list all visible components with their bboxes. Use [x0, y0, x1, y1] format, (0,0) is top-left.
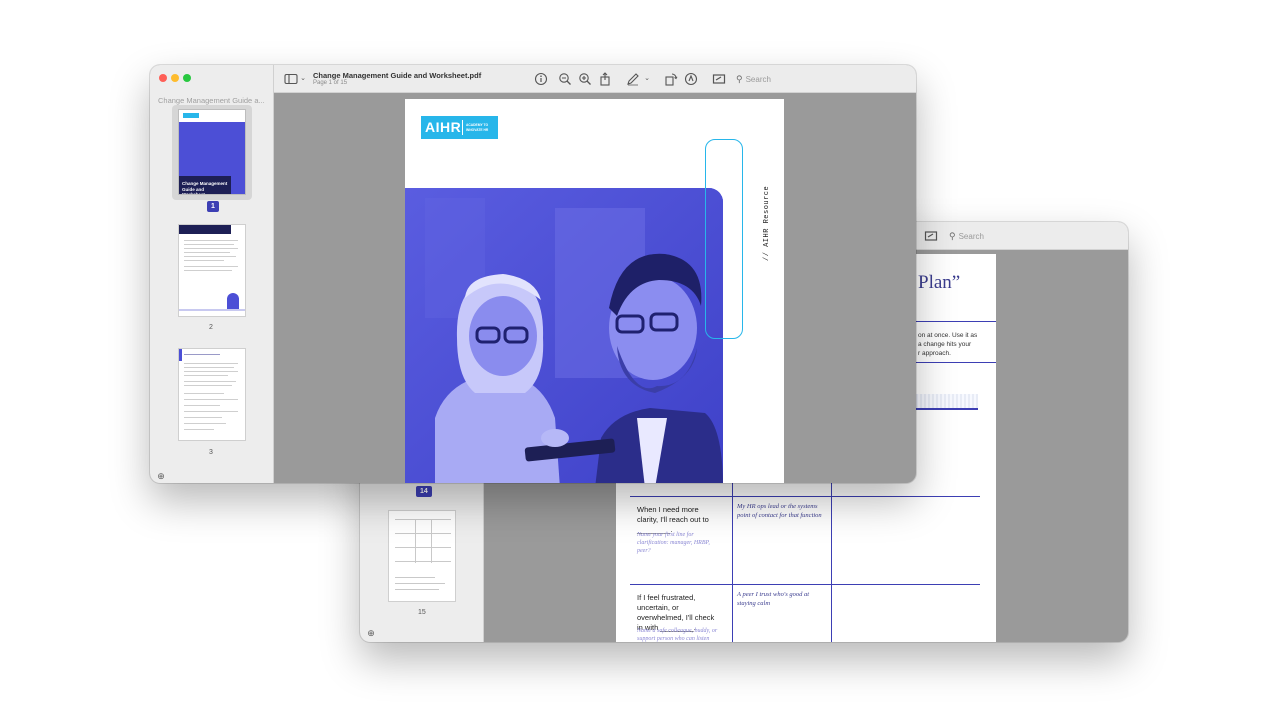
thumbnail-page-number: 2	[209, 324, 213, 331]
markup-icon[interactable]	[924, 229, 938, 243]
search-field[interactable]: ⚲ Search	[736, 71, 771, 87]
search-placeholder: Search	[745, 75, 771, 84]
markup-icon[interactable]	[712, 72, 726, 86]
aihr-logo: AIHR ACADEMY TO INNOVATE HR	[421, 116, 498, 139]
search-icon: ⚲	[736, 74, 743, 84]
cover-photo	[405, 188, 723, 483]
document-title: Change Management Guide and Worksheet.pd…	[313, 71, 482, 80]
thumbnail-page-1[interactable]: Change Management Guide and Worksheet	[178, 109, 246, 195]
thumbnail-page-number: 3	[209, 449, 213, 456]
thumbnail-page-number-selected[interactable]: 1	[207, 201, 219, 212]
decorative-frame	[705, 139, 743, 339]
thumbnail-page-3[interactable]	[178, 348, 246, 441]
chevron-down-icon[interactable]: ⌄	[296, 72, 310, 86]
zoom-button[interactable]	[183, 74, 191, 82]
table-rule	[630, 496, 980, 497]
thumbnail-page-2[interactable]	[178, 224, 246, 317]
chevron-down-icon[interactable]: ⌄	[640, 72, 654, 86]
table-cell-answer[interactable]: A peer I trust who's good at staying cal…	[737, 591, 827, 608]
close-button[interactable]	[159, 74, 167, 82]
preview-window-front[interactable]: Change Management Guide a... Change Mana…	[150, 65, 916, 483]
add-icon[interactable]: ⊕	[364, 626, 378, 640]
desktop: ⚲Search 14 15 ⊕ Plan” on at once. Use i	[0, 0, 1280, 720]
zoom-in-icon[interactable]	[578, 72, 592, 86]
divider	[916, 321, 996, 322]
resource-label: // AIHR Resource	[763, 185, 771, 261]
rotate-icon[interactable]	[664, 72, 678, 86]
divider	[916, 362, 996, 363]
search-icon: ⚲	[949, 231, 956, 241]
minimize-button[interactable]	[171, 74, 179, 82]
search-placeholder: Search	[958, 232, 984, 241]
thumbnail-cover-title: Change Management Guide and Worksheet	[182, 181, 228, 195]
table-cell-hint: Name a safe colleague, buddy, or support…	[637, 628, 718, 642]
page-indicator: Page 1 of 15	[313, 80, 348, 86]
table-rule	[630, 584, 980, 585]
divider	[916, 408, 978, 410]
table-column-rule	[831, 482, 832, 642]
pen-icon[interactable]	[626, 72, 640, 86]
document-page-cover: AIHR ACADEMY TO INNOVATE HR // AIHR Reso…	[405, 99, 784, 483]
add-icon[interactable]: ⊕	[154, 469, 168, 483]
highlight-icon[interactable]	[684, 72, 698, 86]
page-intro: on at once. Use it as a change hits your…	[918, 332, 978, 357]
table-column-rule	[732, 482, 733, 642]
table-cell-answer[interactable]: My HR ops lead or the systems point of c…	[737, 503, 827, 520]
thumbnail-page-number-selected[interactable]: 14	[416, 486, 432, 497]
toolbar: ⌄ Change Management Guide and Worksheet.…	[274, 65, 916, 93]
page-heading: Plan”	[918, 272, 961, 293]
info-icon[interactable]	[534, 72, 548, 86]
thumbnail-sidebar: Change Management Guide a... Change Mana…	[150, 65, 274, 483]
pattern-bar	[916, 394, 978, 408]
table-cell-hint: Name your first line for clarification: …	[637, 532, 710, 554]
zoom-out-icon[interactable]	[558, 72, 572, 86]
thumbnail-page-number: 15	[418, 609, 426, 616]
thumbnail-page-15[interactable]	[388, 510, 456, 602]
share-icon[interactable]	[598, 72, 612, 86]
search-field-back[interactable]: ⚲ Search	[949, 228, 984, 244]
sidebar-document-title: Change Management Guide a...	[158, 96, 265, 105]
